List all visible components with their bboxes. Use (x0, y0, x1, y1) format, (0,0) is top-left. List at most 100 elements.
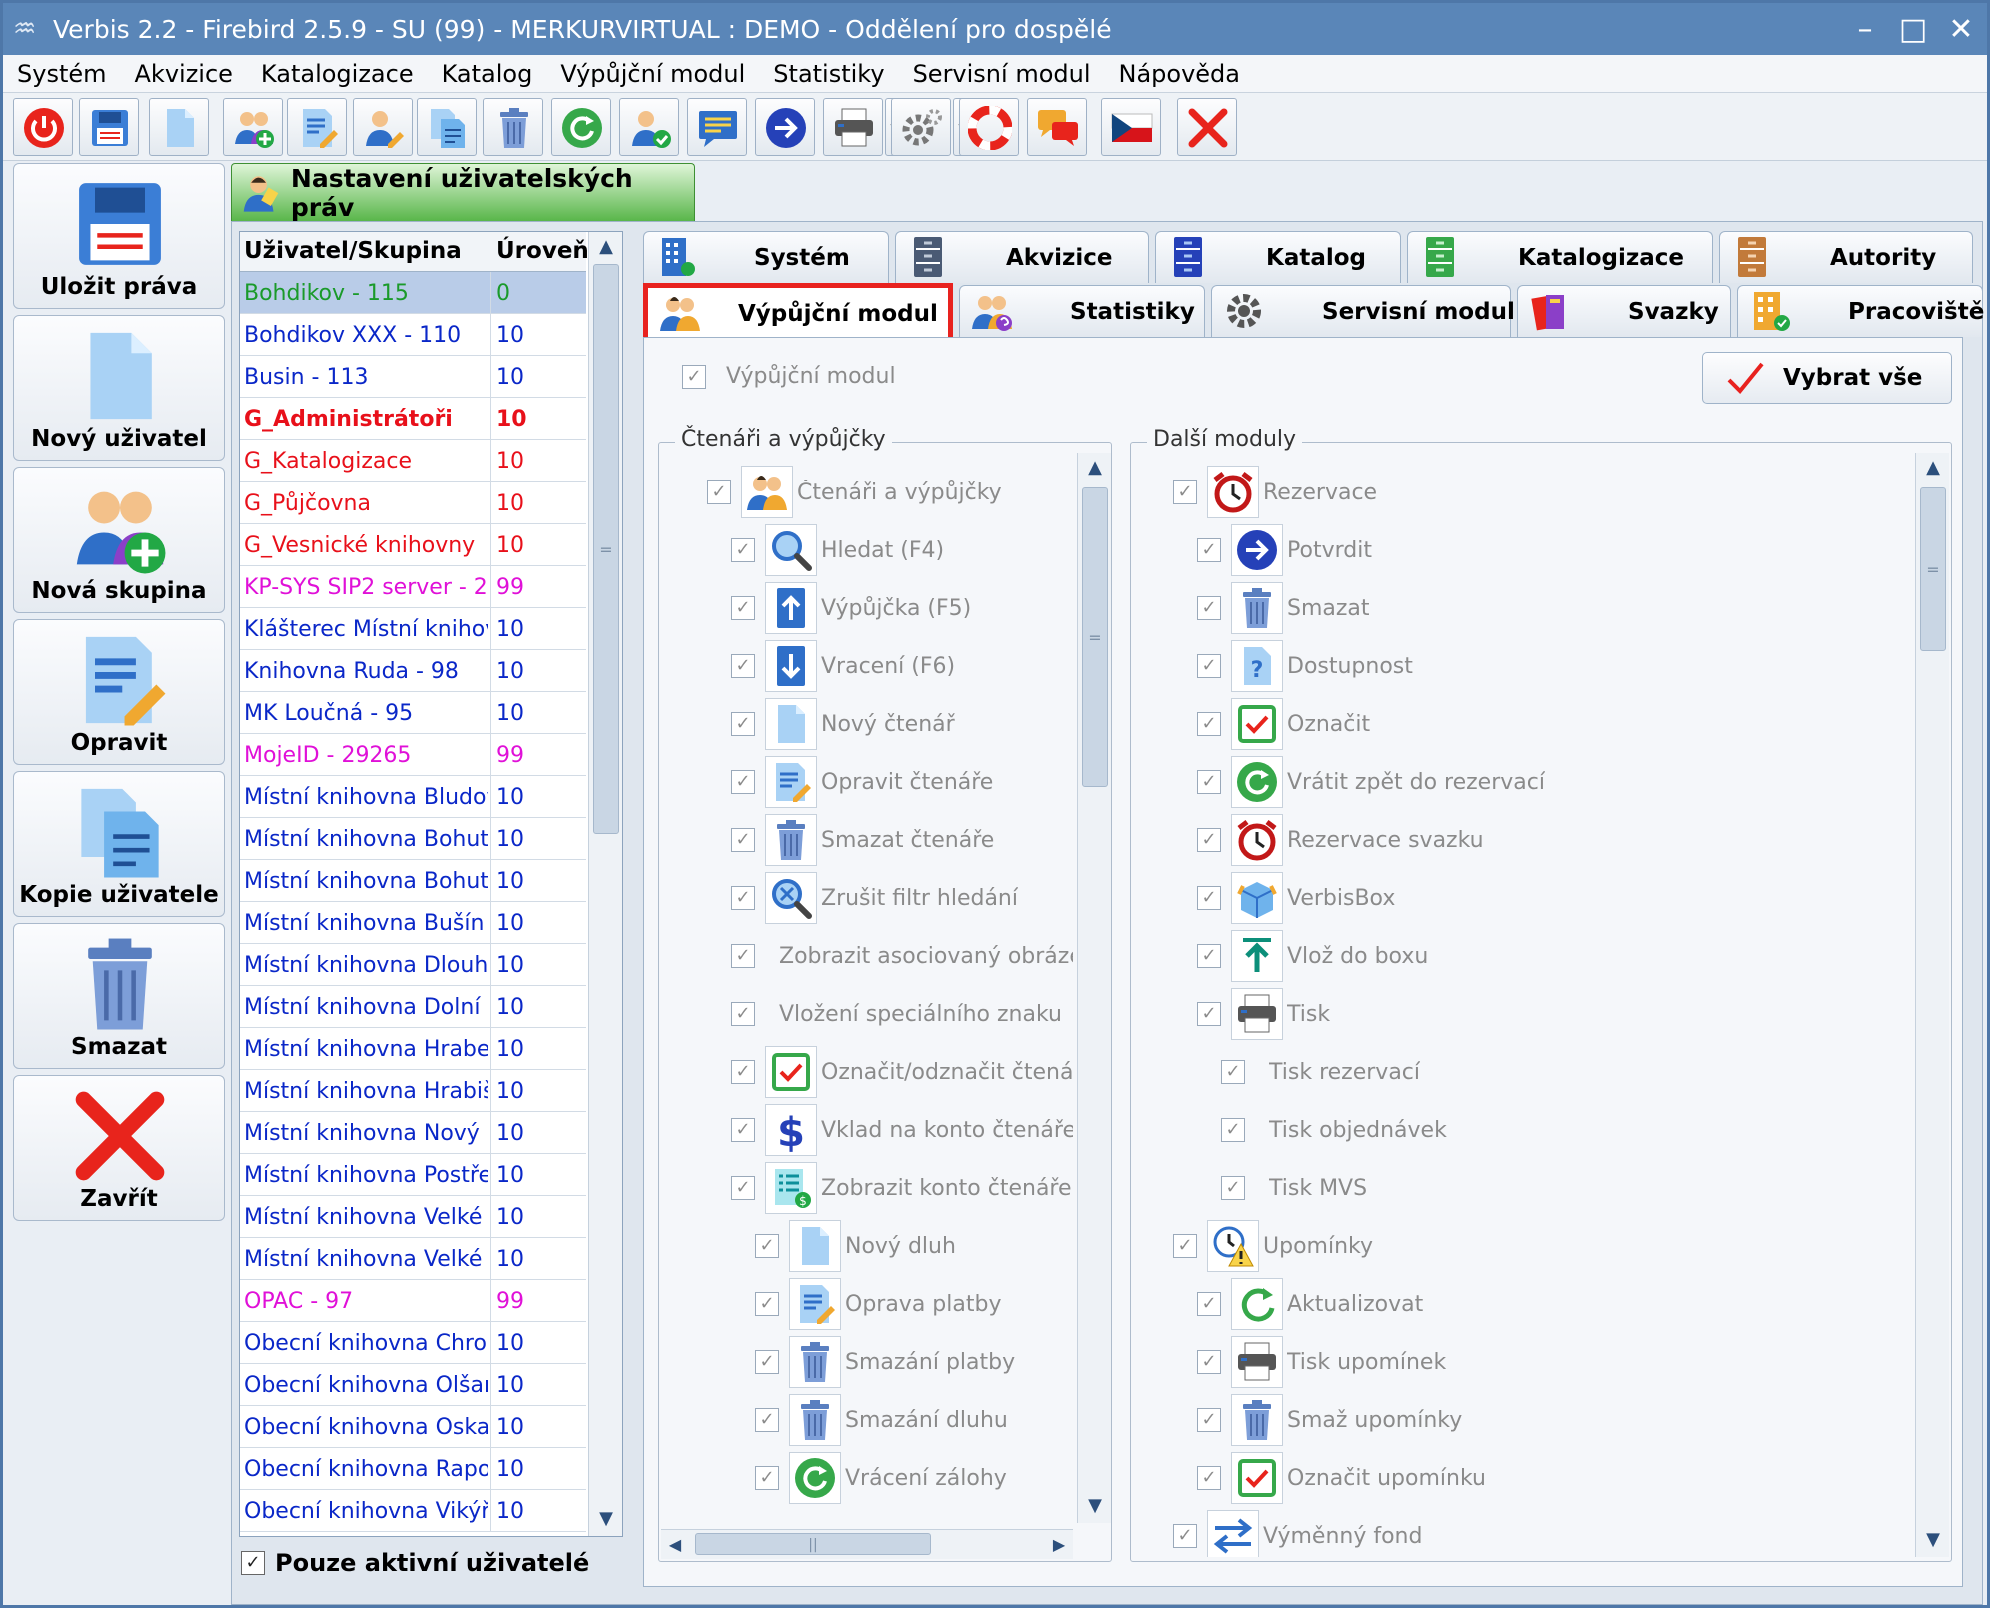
checkbox-icon[interactable]: ✓ (1197, 596, 1221, 620)
toolbar-button-close[interactable] (1177, 98, 1237, 156)
checkbox-icon[interactable]: ✓ (241, 1551, 265, 1575)
table-row[interactable]: Obecní knihovna Chromeč 10 (240, 1322, 586, 1364)
tab-system[interactable]: Systém (643, 231, 889, 283)
delete-button[interactable]: Smazat (13, 923, 225, 1069)
toolbar-button-user-check[interactable] (619, 98, 679, 156)
tab-katalog[interactable]: Katalog (1155, 231, 1401, 283)
permission-item[interactable]: ✓ Oprava platby (755, 1275, 1073, 1333)
table-row[interactable]: Bohdikov - 115 0 (240, 272, 586, 314)
scroll-thumb[interactable]: = (1082, 487, 1108, 787)
table-row[interactable]: Místní knihovna Bohutín - 10 (240, 818, 586, 860)
new-group-button[interactable]: Nová skupina (13, 467, 225, 613)
checkbox-icon[interactable]: ✓ (1197, 1408, 1221, 1432)
permission-item[interactable]: ✓ Opravit čtenáře (731, 753, 1073, 811)
permission-item[interactable]: ✓ $ Zobrazit konto čtenáře (731, 1159, 1073, 1217)
checkbox-icon[interactable]: ✓ (755, 1408, 779, 1432)
table-row[interactable]: G_Vesnické knihovny 10 (240, 524, 586, 566)
toolbar-button-edit-user[interactable] (353, 98, 413, 156)
permission-item[interactable]: ✓ VerbisBox (1197, 869, 1909, 927)
permission-item[interactable]: ✓ Zrušit filtr hledání (731, 869, 1073, 927)
page-tab[interactable]: Nastavení uživatelských práv (231, 163, 695, 222)
permission-item[interactable]: ✓ Rezervace svazku (1197, 811, 1909, 869)
scroll-right-icon[interactable]: ▶ (1045, 1530, 1073, 1560)
column-header-user[interactable]: Uživatel/Skupina (244, 238, 462, 264)
toolbar-button-save[interactable] (79, 98, 139, 156)
checkbox-icon[interactable]: ✓ (755, 1234, 779, 1258)
menu-napoveda[interactable]: Nápověda (1105, 60, 1255, 88)
toolbar-button-message[interactable] (687, 98, 747, 156)
checkbox-icon[interactable]: ✓ (731, 886, 755, 910)
menu-katalogizace[interactable]: Katalogizace (247, 60, 428, 88)
table-row[interactable]: Obecní knihovna Vikýřovic 10 (240, 1490, 586, 1532)
toolbar-button-new-document[interactable] (149, 98, 209, 156)
checkbox-icon[interactable]: ✓ (731, 596, 755, 620)
tab-statistiky[interactable]: Statistiky (959, 285, 1205, 337)
table-row[interactable]: Knihovna Ruda - 98 10 (240, 650, 586, 692)
scroll-down-icon[interactable]: ▼ (1078, 1491, 1112, 1521)
menu-servisni-modul[interactable]: Servisní modul (899, 60, 1105, 88)
checkbox-icon[interactable]: ✓ (755, 1466, 779, 1490)
permission-item[interactable]: ✓ Označit/odznačit čtenáře (731, 1043, 1073, 1101)
permission-item[interactable]: ✓ Tisk MVS (1221, 1159, 1909, 1217)
table-row[interactable]: G_Administrátoři 10 (240, 398, 586, 440)
checkbox-icon[interactable]: ✓ (1197, 1002, 1221, 1026)
table-row[interactable]: Místní knihovna Hrabenov 10 (240, 1028, 586, 1070)
tab-akvizice[interactable]: Akvizice (895, 231, 1149, 283)
scroll-up-icon[interactable]: ▲ (1916, 453, 1950, 483)
table-row[interactable]: Obecní knihovna Oskava 10 (240, 1406, 586, 1448)
permission-item[interactable]: ✓ Tisk upomínek (1197, 1333, 1909, 1391)
table-row[interactable]: Místní knihovna Nový Mali 10 (240, 1112, 586, 1154)
new-user-button[interactable]: Nový uživatel (13, 315, 225, 461)
table-row[interactable]: OPAC - 97 99 (240, 1280, 586, 1322)
checkbox-icon[interactable]: ✓ (731, 538, 755, 562)
toolbar-button-lifebuoy[interactable] (959, 98, 1019, 156)
permission-item[interactable]: ✓ Upomínky (1173, 1217, 1909, 1275)
tab-autority[interactable]: Autority (1719, 231, 1973, 283)
permission-item[interactable]: ✓ Vložení speciálního znaku (731, 985, 1073, 1043)
edit-button[interactable]: Opravit (13, 619, 225, 765)
checkbox-icon[interactable]: ✓ (1197, 886, 1221, 910)
checkbox-icon[interactable]: ✓ (1173, 1234, 1197, 1258)
checkbox-icon[interactable]: ✓ (755, 1292, 779, 1316)
checkbox-icon[interactable]: ✓ (1197, 1466, 1221, 1490)
checkbox-icon[interactable]: ✓ (1221, 1176, 1245, 1200)
menu-system[interactable]: Systém (3, 60, 121, 88)
permission-item[interactable]: ✓ Hledat (F4) (731, 521, 1073, 579)
toolbar-button-chat[interactable] (1027, 98, 1087, 156)
menu-akvizice[interactable]: Akvizice (121, 60, 247, 88)
table-row[interactable]: Obecní knihovna Rapotín 10 (240, 1448, 586, 1490)
menu-statistiky[interactable]: Statistiky (759, 60, 898, 88)
checkbox-icon[interactable]: ✓ (731, 944, 755, 968)
permission-item[interactable]: ✓ Vracení (F6) (731, 637, 1073, 695)
permission-item[interactable]: ✓ Smazat čtenáře (731, 811, 1073, 869)
checkbox-icon[interactable]: ✓ (1197, 770, 1221, 794)
permission-item[interactable]: ✓ Smazání dluhu (755, 1391, 1073, 1449)
scroll-up-icon[interactable]: ▲ (1078, 453, 1112, 483)
checkbox-icon[interactable]: ✓ (755, 1350, 779, 1374)
tab-svazky[interactable]: Svazky (1517, 285, 1731, 337)
table-row[interactable]: Místní knihovna Bohutín - 10 (240, 860, 586, 902)
permission-item[interactable]: ✓ Výměnný fond (1173, 1507, 1909, 1557)
table-row[interactable]: Obecní knihovna Olšany - 10 (240, 1364, 586, 1406)
copy-user-button[interactable]: Kopie uživatele (13, 771, 225, 917)
scroll-thumb[interactable]: = (1920, 487, 1946, 651)
permission-item[interactable]: ✓ Označit upomínku (1197, 1449, 1909, 1507)
checkbox-icon[interactable]: ✓ (1197, 712, 1221, 736)
tab-servisni-modul[interactable]: Servisní modul (1211, 285, 1515, 337)
permission-item[interactable]: ✓? Dostupnost (1197, 637, 1909, 695)
checkbox-icon[interactable]: ✓ (731, 712, 755, 736)
checkbox-icon[interactable]: ✓ (1173, 480, 1197, 504)
scroll-left-icon[interactable]: ◀ (661, 1530, 689, 1560)
toolbar-button-add-users[interactable] (223, 98, 283, 156)
select-all-button[interactable]: Vybrat vše (1702, 352, 1952, 404)
table-row[interactable]: MojeID - 29265 99 (240, 734, 586, 776)
permission-item[interactable]: ✓ Smaž upomínky (1197, 1391, 1909, 1449)
save-rights-button[interactable]: Uložit práva (13, 163, 225, 309)
left-group-scrollbar[interactable]: ▲ = ▼ (1077, 453, 1111, 1523)
window-close-icon[interactable]: ✕ (1939, 7, 1983, 51)
scroll-down-icon[interactable]: ▼ (1916, 1525, 1950, 1555)
permission-item[interactable]: ✓ Smazat (1197, 579, 1909, 637)
toolbar-button-copy-documents[interactable] (417, 98, 477, 156)
checkbox-icon[interactable]: ✓ (731, 1176, 755, 1200)
table-row[interactable]: Místní knihovna Dlouhomil 10 (240, 944, 586, 986)
